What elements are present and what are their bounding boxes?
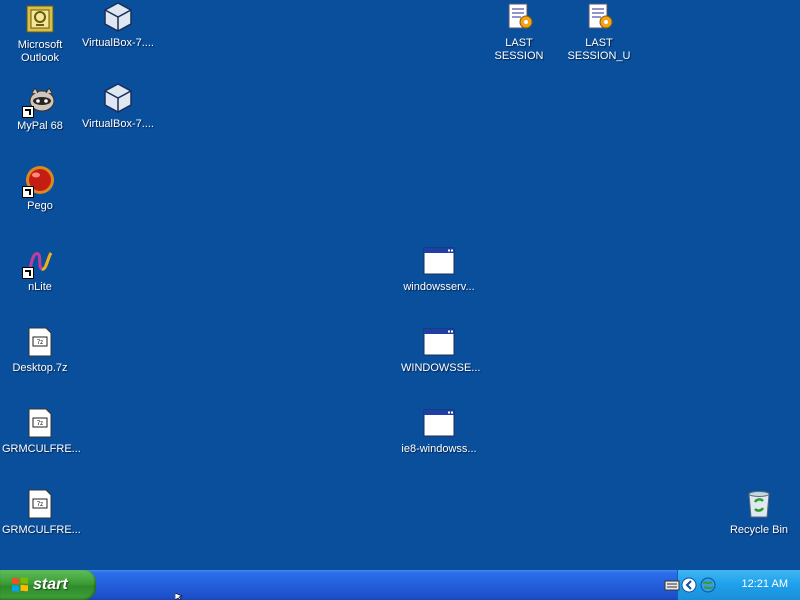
outlook-icon xyxy=(24,3,56,35)
application-window-icon xyxy=(423,245,455,277)
icon-label: Pego xyxy=(27,200,53,212)
show-hidden-icons-chevron-icon[interactable] xyxy=(681,577,697,593)
taskbar-clock[interactable]: 12:21 AM xyxy=(742,578,788,590)
icon-label: Recycle Bin xyxy=(729,524,789,536)
desktop-icon-outlook[interactable]: Microsoft Outlook xyxy=(0,3,80,65)
shortcut-arrow-icon xyxy=(22,106,34,118)
nlite-icon xyxy=(22,245,56,279)
desktop-icon-grmculfre-1[interactable]: 7z GRMCULFRE... xyxy=(0,407,81,456)
desktop: Microsoft Outlook VirtualBox-7.... LAST … xyxy=(0,0,800,570)
icon-label: nLite xyxy=(28,281,52,293)
icon-label: Desktop.7z xyxy=(12,362,68,374)
start-button[interactable]: start xyxy=(0,570,96,600)
desktop-icon-windowsse[interactable]: WINDOWSSE... xyxy=(399,326,481,375)
icon-label: GRMCULFRE... xyxy=(2,443,81,455)
virtualbox-icon xyxy=(102,82,134,114)
icon-label: WINDOWSSE... xyxy=(401,362,481,374)
svg-text:7z: 7z xyxy=(37,502,43,508)
taskbar: start 12:21 AM xyxy=(0,570,800,600)
virtualbox-icon xyxy=(102,1,134,33)
desktop-icon-last-session-u[interactable]: LAST SESSION_U xyxy=(559,1,639,63)
keyboard-icon[interactable] xyxy=(664,577,680,593)
icon-label: LAST SESSION xyxy=(494,37,544,62)
desktop-icon-virtualbox-1[interactable]: VirtualBox-7.... xyxy=(78,1,158,50)
application-window-icon xyxy=(423,326,455,358)
archive-file-icon: 7z xyxy=(24,407,56,439)
desktop-icon-pego[interactable]: Pego xyxy=(0,164,80,213)
icon-label: VirtualBox-7.... xyxy=(82,37,154,49)
desktop-icon-ie8-windowss[interactable]: ie8-windowss... xyxy=(399,407,479,456)
svg-text:7z: 7z xyxy=(37,340,43,346)
desktop-icon-recycle-bin[interactable]: Recycle Bin xyxy=(719,488,799,537)
network-globe-icon[interactable] xyxy=(700,577,716,593)
pego-red-ball-icon xyxy=(22,164,56,198)
desktop-icon-mypal[interactable]: MyPal 68 xyxy=(0,84,80,133)
desktop-icon-last-session[interactable]: LAST SESSION xyxy=(479,1,559,63)
config-file-icon xyxy=(583,1,615,33)
icon-label: VirtualBox-7.... xyxy=(82,118,154,130)
icon-label: Microsoft Outlook xyxy=(17,39,63,64)
application-window-icon xyxy=(423,407,455,439)
desktop-icon-virtualbox-2[interactable]: VirtualBox-7.... xyxy=(78,82,158,131)
icon-label: windowsserv... xyxy=(403,281,475,293)
icon-label: GRMCULFRE... xyxy=(2,524,81,536)
desktop-icon-nlite[interactable]: nLite xyxy=(0,245,80,294)
shortcut-arrow-icon xyxy=(22,267,34,279)
svg-text:7z: 7z xyxy=(37,421,43,427)
mypal-raccoon-icon xyxy=(22,84,56,118)
windows-logo-icon xyxy=(11,576,29,594)
shortcut-arrow-icon xyxy=(22,186,34,198)
system-tray: 12:21 AM xyxy=(664,570,800,600)
mouse-cursor-icon xyxy=(175,593,183,600)
icon-label: LAST SESSION_U xyxy=(567,37,631,62)
desktop-icon-desktop-7z[interactable]: 7z Desktop.7z xyxy=(0,326,80,375)
start-label: start xyxy=(33,576,68,593)
archive-file-icon: 7z xyxy=(24,488,56,520)
desktop-icon-grmculfre-2[interactable]: 7z GRMCULFRE... xyxy=(0,488,81,537)
config-file-icon xyxy=(503,1,535,33)
recycle-bin-icon xyxy=(743,488,775,520)
archive-file-icon: 7z xyxy=(24,326,56,358)
icon-label: MyPal 68 xyxy=(17,120,63,132)
icon-label: ie8-windowss... xyxy=(401,443,477,455)
desktop-icon-windowsserv[interactable]: windowsserv... xyxy=(399,245,479,294)
